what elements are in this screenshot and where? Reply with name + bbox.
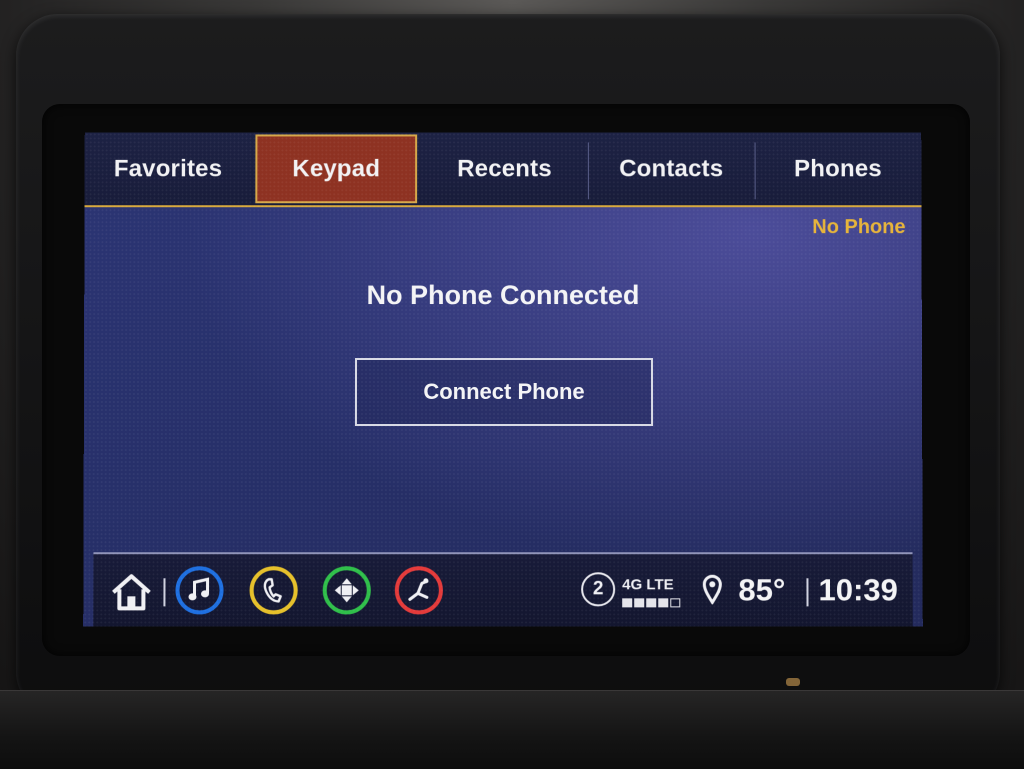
phone-app-button[interactable] — [250, 566, 298, 614]
audio-app-button[interactable] — [175, 566, 223, 614]
tab-keypad[interactable]: Keypad — [255, 134, 417, 203]
page-title: No Phone Connected — [84, 280, 922, 311]
bluetooth-device-badge: 2 — [581, 572, 615, 606]
home-icon — [109, 572, 153, 612]
signal-strength-icon — [622, 598, 680, 607]
location-button[interactable] — [700, 572, 724, 606]
tab-recents[interactable]: Recents — [421, 132, 588, 205]
navigation-app-button[interactable] — [323, 566, 371, 614]
phone-status-note: No Phone — [812, 216, 905, 239]
climate-app-ring — [395, 566, 443, 614]
tab-phones[interactable]: Phones — [755, 132, 922, 205]
climate-app-button[interactable] — [395, 566, 443, 614]
audio-app-ring — [175, 566, 223, 614]
seat-icon — [405, 577, 433, 603]
dashboard-ledge — [0, 690, 1024, 769]
ledge-light-glint — [786, 678, 800, 686]
outside-temperature: 85° — [738, 570, 785, 610]
connect-phone-button[interactable]: Connect Phone — [355, 358, 653, 426]
network-label: 4G LTE — [622, 577, 674, 593]
music-note-icon — [186, 577, 212, 603]
phone-tab-bar: Favorites Keypad Recents Contacts Phones — [85, 132, 922, 207]
network-status: 4G LTE — [622, 572, 686, 612]
dock-divider — [163, 578, 165, 606]
infotainment-screen: Favorites Keypad Recents Contacts Phones… — [83, 132, 923, 626]
location-pin-icon — [701, 574, 723, 604]
phone-app-ring — [250, 566, 298, 614]
bottom-dock: 2 4G LTE 85° 10:39 — [93, 552, 913, 626]
clock: 10:39 — [818, 570, 898, 610]
tab-contacts[interactable]: Contacts — [588, 132, 755, 205]
tab-favorites[interactable]: Favorites — [85, 132, 252, 205]
home-button[interactable] — [109, 572, 153, 612]
arrows-dpad-icon — [334, 577, 360, 603]
dock-divider — [806, 578, 808, 606]
navigation-app-ring — [323, 566, 371, 614]
phone-handset-icon — [262, 577, 286, 603]
